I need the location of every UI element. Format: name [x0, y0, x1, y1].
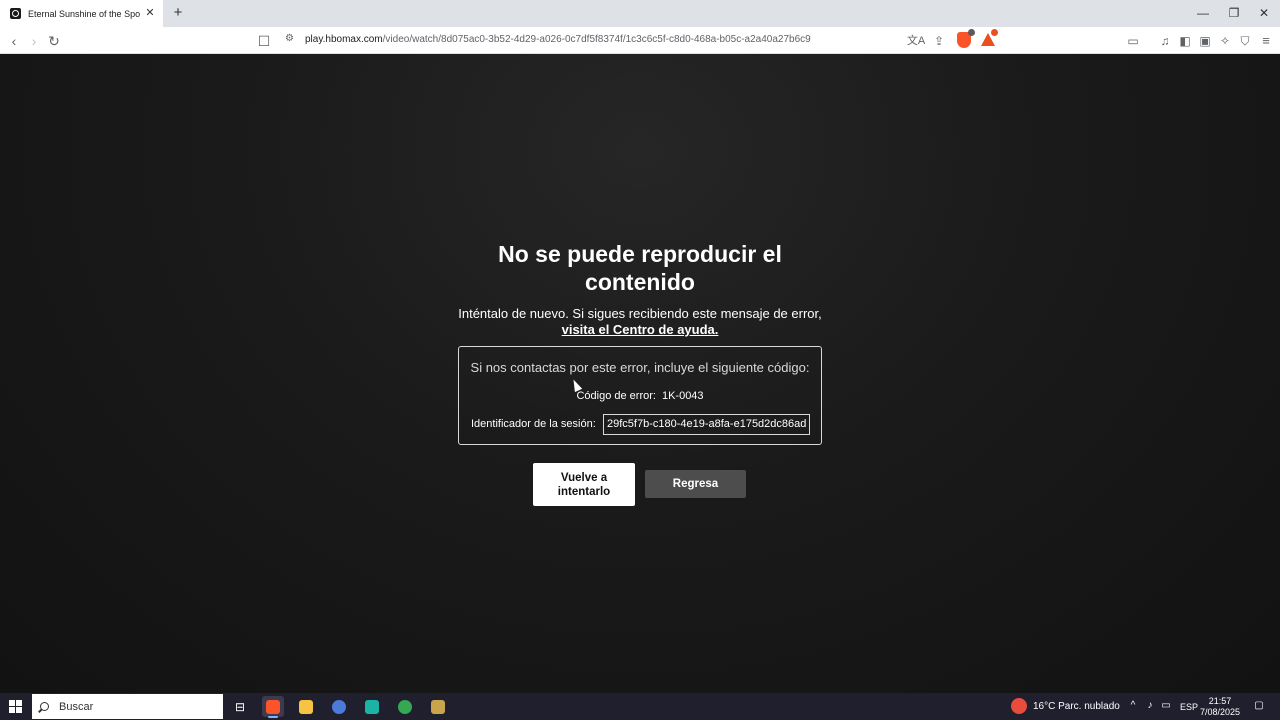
- vpn-icon[interactable]: ⛉: [1235, 31, 1255, 51]
- error-code-label: Código de error:: [576, 390, 656, 402]
- media-icon[interactable]: ▭: [1123, 31, 1143, 51]
- arrow-right-icon[interactable]: ›: [24, 31, 44, 51]
- taskbar: Buscar ⊟ 16°C Parc. nublado ^ ♪ ▭ ESP 21…: [0, 693, 1280, 720]
- language-indicator[interactable]: ESP: [1180, 702, 1198, 712]
- hamburger-menu-icon[interactable]: ≡: [1256, 31, 1276, 51]
- session-id-label: Identificador de la sesión:: [471, 418, 596, 430]
- clock[interactable]: 21:57 7/08/2025: [1198, 696, 1242, 718]
- network-icon[interactable]: ▭: [1160, 700, 1172, 712]
- leo-ai-icon[interactable]: ✧: [1215, 31, 1235, 51]
- tab-title: Eternal Sunshine of the Spotless Mind: [28, 8, 140, 19]
- error-code-value: 1K-0043: [661, 390, 704, 402]
- error-description: Inténtalo de nuevo. Si sigues recibiendo…: [440, 306, 840, 338]
- tab-close-icon[interactable]: ✕: [143, 6, 157, 20]
- error-title: No se puede reproducir el contenido: [498, 241, 782, 295]
- url-host: play.hbomax.com: [305, 34, 383, 45]
- browser-toolbar: ‹ › ↻ ☐ ⚙ play.hbomax.com/video/watch/8d…: [0, 27, 1280, 54]
- arrow-left-icon[interactable]: ‹: [4, 31, 24, 51]
- help-center-link[interactable]: visita el Centro de ayuda.: [440, 322, 840, 338]
- new-tab-icon[interactable]: +: [169, 4, 187, 22]
- session-id-field[interactable]: 29fc5f7b-c180-4e19-a8fa-e175d2dc86ad: [603, 414, 810, 435]
- error-code-line: Código de error: 1K-0043: [459, 390, 821, 402]
- weather-icon[interactable]: [1011, 698, 1027, 714]
- retry-button[interactable]: Vuelve a intentarlo: [533, 463, 635, 506]
- reload-icon[interactable]: ↻: [44, 31, 64, 51]
- wallet-icon[interactable]: ▣: [1195, 31, 1215, 51]
- close-window-icon[interactable]: ✕: [1249, 0, 1279, 27]
- error-description-text: Inténtalo de nuevo. Si sigues recibiendo…: [458, 306, 822, 321]
- microphone-icon[interactable]: ♪: [1144, 700, 1156, 712]
- address-bar[interactable]: play.hbomax.com/video/watch/8d075ac0-3b5…: [305, 34, 811, 45]
- brave-shield-icon[interactable]: [957, 29, 975, 48]
- brave-browser-icon[interactable]: [262, 696, 284, 718]
- chevron-up-icon[interactable]: ^: [1127, 700, 1139, 712]
- game-app-icon[interactable]: [361, 696, 383, 717]
- windows-start-icon[interactable]: [9, 700, 22, 713]
- task-view-icon[interactable]: ⊟: [229, 696, 251, 717]
- clock-date: 7/08/2025: [1199, 707, 1241, 717]
- taskbar-search[interactable]: Buscar: [32, 694, 223, 719]
- translate-icon[interactable]: 文A: [906, 31, 926, 51]
- tab-active[interactable]: Eternal Sunshine of the Spotless Mind ✕: [0, 0, 163, 27]
- back-button[interactable]: Regresa: [645, 470, 746, 498]
- url-path: /video/watch/8d075ac0-3b52-4d29-a026-0c7…: [382, 34, 811, 45]
- search-icon: [40, 702, 49, 711]
- chrome-icon[interactable]: [394, 696, 416, 717]
- clock-time: 21:57: [1208, 696, 1232, 706]
- file-explorer-icon[interactable]: [295, 696, 317, 717]
- league-client-icon[interactable]: [427, 696, 449, 717]
- taskbar-search-placeholder: Buscar: [59, 700, 94, 713]
- share-icon[interactable]: ⇪: [929, 31, 949, 51]
- tab-strip: Eternal Sunshine of the Spotless Mind ✕ …: [0, 0, 1280, 27]
- bookmark-icon[interactable]: ☐: [254, 31, 274, 51]
- sidebar-icon[interactable]: ◧: [1175, 31, 1195, 51]
- minimize-window-icon[interactable]: —: [1188, 0, 1218, 27]
- chrome-profile-icon[interactable]: [328, 696, 350, 717]
- player-error-screen: No se puede reproducir el contenido Inté…: [0, 54, 1280, 693]
- hbomax-favicon-icon: [10, 8, 21, 19]
- restore-window-icon[interactable]: ❐: [1219, 0, 1249, 27]
- contact-instructions: Si nos contactas por este error, incluye…: [470, 360, 810, 375]
- notification-icon[interactable]: ▢: [1253, 700, 1265, 712]
- brave-rewards-icon[interactable]: [981, 29, 998, 46]
- music-icon[interactable]: ♫: [1155, 31, 1175, 51]
- site-info-icon[interactable]: ⚙: [285, 33, 294, 44]
- weather-text[interactable]: 16°C Parc. nublado: [1033, 701, 1120, 712]
- error-code-box: Si nos contactas por este error, incluye…: [458, 346, 822, 445]
